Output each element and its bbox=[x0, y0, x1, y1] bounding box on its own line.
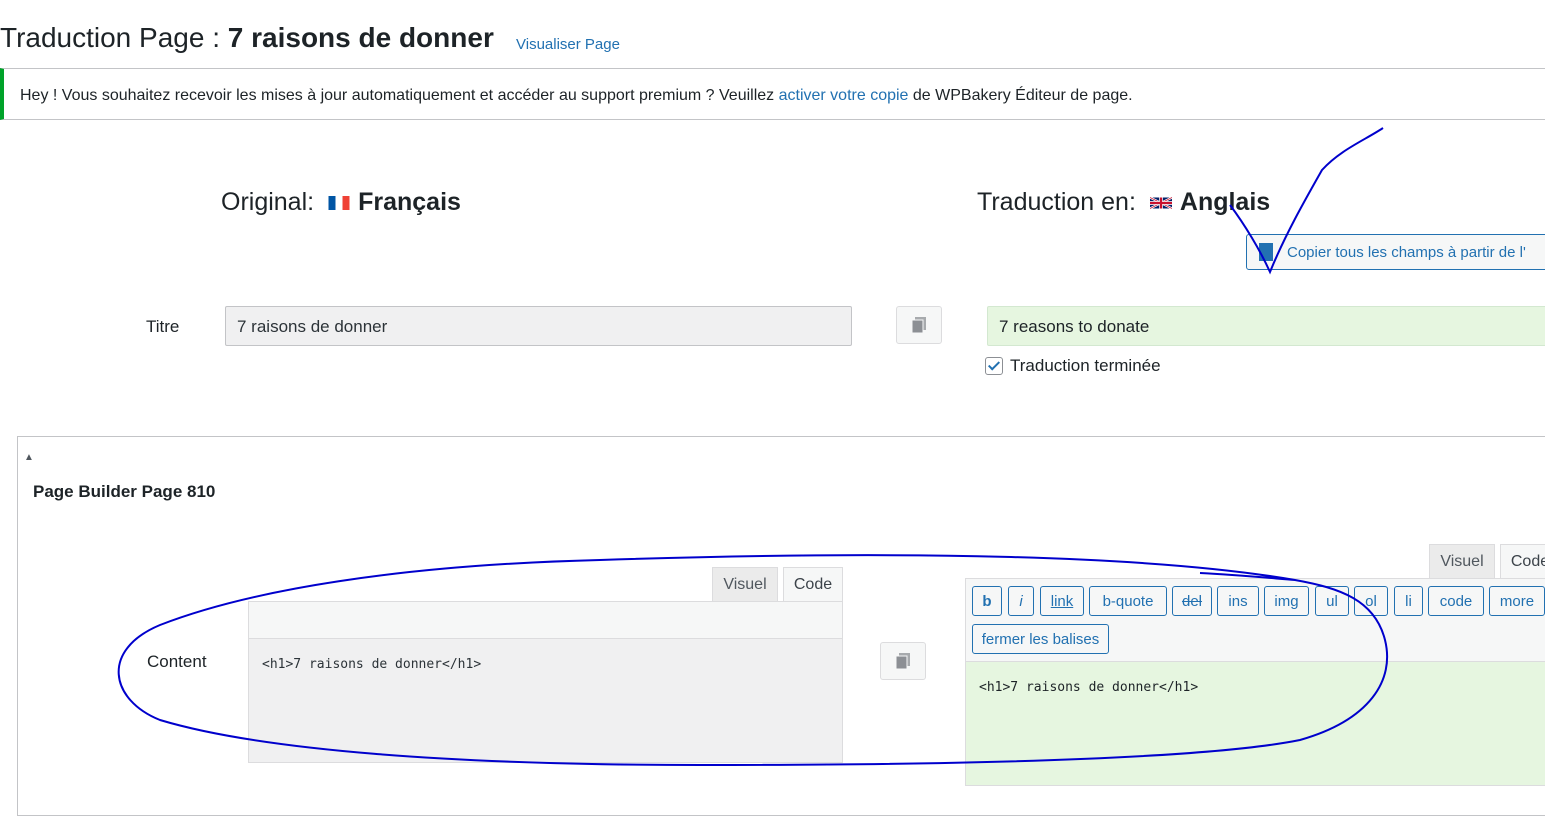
activate-copy-link[interactable]: activer votre copie bbox=[779, 87, 909, 104]
copy-all-label: Copier tous les champs à partir de l' bbox=[1287, 243, 1526, 261]
original-code-tab[interactable]: Code bbox=[783, 567, 843, 601]
original-language-name: Français bbox=[358, 188, 461, 216]
copy-content-button[interactable] bbox=[880, 642, 926, 680]
title-field-label: Titre bbox=[146, 317, 180, 336]
original-language-header: Original: Français bbox=[221, 188, 461, 217]
quicktag-link-button[interactable]: link bbox=[1040, 586, 1084, 616]
view-page-link[interactable]: Visualiser Page bbox=[516, 36, 620, 53]
original-label: Original: bbox=[221, 188, 315, 216]
copy-icon bbox=[895, 653, 910, 670]
notice-text-after: de WPBakery Éditeur de page. bbox=[908, 87, 1133, 104]
copy-title-button[interactable] bbox=[896, 306, 942, 344]
copy-icon bbox=[911, 317, 926, 334]
collapse-toggle-icon[interactable]: ▲ bbox=[24, 452, 34, 463]
translation-language-header: Traduction en: Anglais bbox=[977, 188, 1270, 217]
page-title: Traduction Page : 7 raisons de donner bbox=[0, 22, 494, 54]
quicktag-code-button[interactable]: code bbox=[1428, 586, 1484, 616]
translated-content-editor[interactable]: <h1>7 raisons de donner</h1> bbox=[965, 662, 1545, 786]
original-editor-toolbar bbox=[248, 601, 843, 639]
translation-language-name: Anglais bbox=[1179, 188, 1271, 216]
notice-text-before: Hey ! Vous souhaitez recevoir les mises … bbox=[20, 87, 779, 104]
quicktag-ul-button[interactable]: ul bbox=[1315, 586, 1349, 616]
translation-label: Traduction en: bbox=[977, 188, 1136, 216]
page-builder-title: Page Builder Page 810 bbox=[33, 482, 216, 501]
content-field-label: Content bbox=[147, 652, 207, 671]
translated-title-input[interactable]: 7 reasons to donate bbox=[987, 306, 1545, 346]
page-title-name: 7 raisons de donner bbox=[227, 22, 494, 53]
checkbox-checked-icon[interactable] bbox=[985, 357, 1003, 375]
original-title-field: 7 raisons de donner bbox=[225, 306, 852, 346]
quicktag-italic-button[interactable]: i bbox=[1008, 586, 1034, 616]
quicktag-bquote-button[interactable]: b-quote bbox=[1089, 586, 1167, 616]
notice-text: Hey ! Vous souhaitez recevoir les mises … bbox=[20, 87, 1133, 105]
quicktag-li-button[interactable]: li bbox=[1394, 586, 1423, 616]
quicktag-del-button[interactable]: del bbox=[1172, 586, 1212, 616]
page-title-prefix: Traduction Page : bbox=[0, 22, 228, 53]
uk-flag-icon bbox=[1149, 196, 1172, 209]
copy-icon bbox=[1259, 243, 1273, 261]
quicktag-bold-button[interactable]: b bbox=[972, 586, 1002, 616]
translation-done-checkbox[interactable]: Traduction terminée bbox=[985, 356, 1161, 376]
quicktag-ins-button[interactable]: ins bbox=[1217, 586, 1259, 616]
original-visual-tab[interactable]: Visuel bbox=[712, 567, 778, 601]
copy-all-fields-button[interactable]: Copier tous les champs à partir de l' bbox=[1246, 234, 1545, 270]
close-tags-button[interactable]: fermer les balises bbox=[972, 624, 1109, 654]
update-notice: Hey ! Vous souhaitez recevoir les mises … bbox=[0, 68, 1545, 120]
fr-flag-icon bbox=[328, 195, 350, 210]
quicktag-ol-button[interactable]: ol bbox=[1354, 586, 1388, 616]
translated-editor-toolbar: b i link b-quote del ins img ul ol li co… bbox=[965, 578, 1545, 662]
translated-code-tab[interactable]: Code bbox=[1500, 544, 1545, 578]
translation-done-label: Traduction terminée bbox=[1010, 356, 1161, 375]
translated-visual-tab[interactable]: Visuel bbox=[1429, 544, 1495, 578]
quicktag-more-button[interactable]: more bbox=[1489, 586, 1545, 616]
quicktag-img-button[interactable]: img bbox=[1264, 586, 1309, 616]
original-content-editor: <h1>7 raisons de donner</h1> bbox=[248, 639, 843, 763]
